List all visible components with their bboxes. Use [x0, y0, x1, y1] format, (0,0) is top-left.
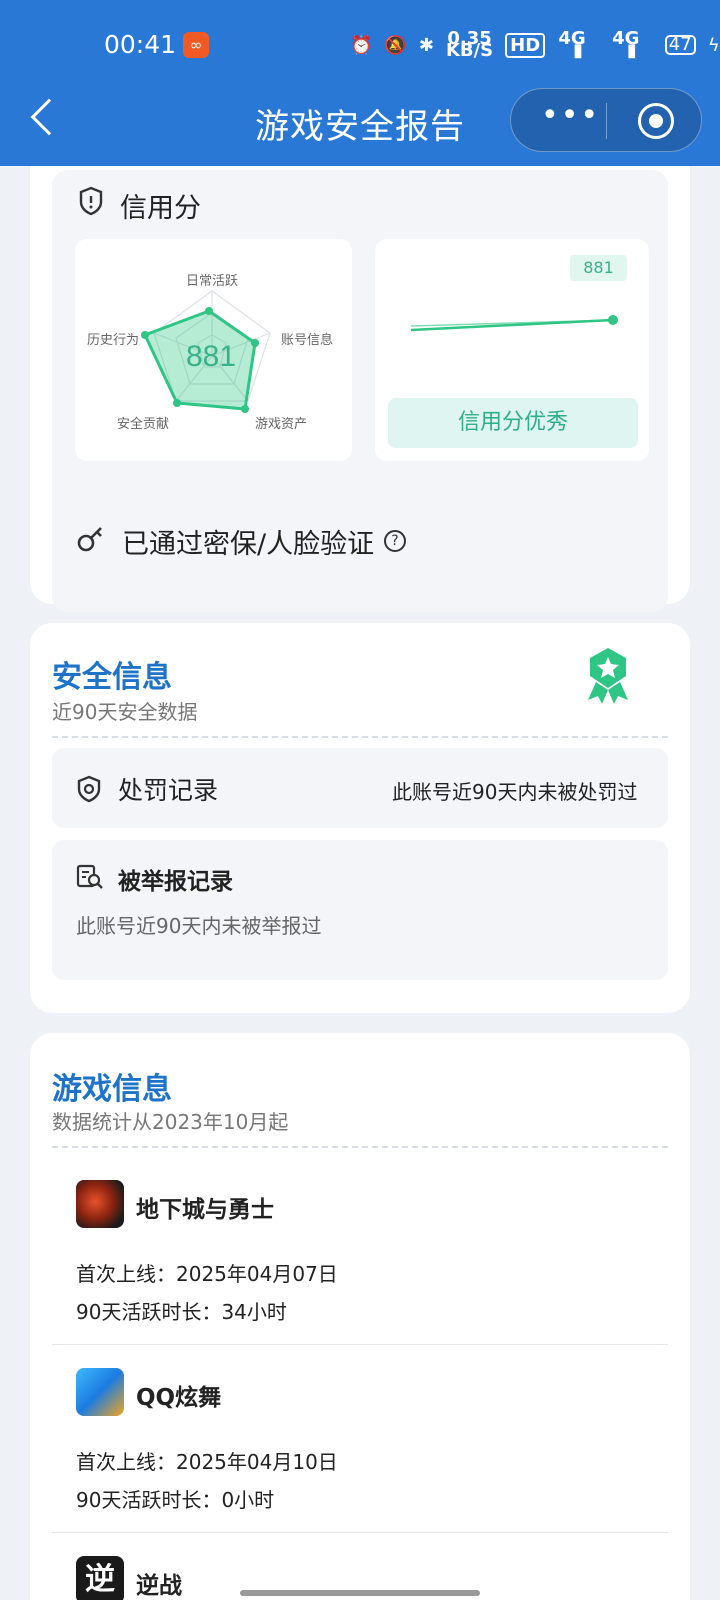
- radar-axis-label: 账号信息: [281, 332, 333, 348]
- signal-2: 4G▮: [612, 28, 640, 61]
- game-separator: [52, 1344, 668, 1345]
- mute-icon: 🔕: [384, 34, 407, 56]
- safety-title: 安全信息: [52, 660, 172, 695]
- radar-point: [173, 399, 181, 407]
- close-target-icon[interactable]: [638, 103, 674, 139]
- mini-program-capsule: •••: [510, 88, 702, 152]
- radar-point: [241, 405, 249, 413]
- home-indicator[interactable]: [240, 1590, 480, 1596]
- more-menu-icon[interactable]: •••: [541, 101, 600, 131]
- game-first-online: 首次上线：2025年04月10日: [76, 1450, 338, 1474]
- radar-axis-label: 历史行为: [87, 333, 139, 348]
- network-speed-unit: KB/S: [445, 40, 494, 61]
- games-subtitle: 数据统计从2023年10月起: [52, 1110, 289, 1134]
- game-separator: [52, 1532, 668, 1533]
- safety-subtitle: 近90天安全数据: [52, 700, 198, 724]
- top-bar: 00:41 ∞ ⏰ 🔕 ✱ 0.35 KB/S HD 4G▮ 4G▮ 47 ϟ …: [0, 0, 720, 166]
- game-name: 地下城与勇士: [136, 1197, 274, 1223]
- game-name: 逆战: [136, 1573, 182, 1599]
- qq-dance-game-icon: [76, 1368, 124, 1416]
- help-icon[interactable]: ?: [384, 530, 406, 552]
- capsule-divider: [606, 103, 607, 139]
- shield-icon: [79, 186, 103, 216]
- status-time: 00:41: [104, 30, 177, 59]
- status-bar: 00:41 ∞ ⏰ 🔕 ✱ 0.35 KB/S HD 4G▮ 4G▮ 47 ϟ: [0, 22, 720, 66]
- games-title: 游戏信息: [52, 1072, 172, 1107]
- radar-axis-label: 安全贡献: [117, 416, 169, 432]
- games-divider: [52, 1146, 668, 1148]
- network-speed: 0.35 KB/S: [445, 30, 494, 61]
- punishment-record-value: 此账号近90天内未被处罚过: [392, 780, 638, 804]
- report-record-label: 被举报记录: [118, 869, 233, 895]
- app-badge-icon: ∞: [183, 32, 209, 58]
- punishment-record-label: 处罚记录: [118, 776, 219, 805]
- key-icon: [77, 527, 102, 552]
- alarm-icon: ⏰: [350, 34, 373, 56]
- radar-chart: 881 日常活跃 账号信息 游戏资产 安全贡献 历史行为: [87, 274, 333, 432]
- safety-medal-icon: [588, 648, 628, 704]
- game-name: QQ炫舞: [136, 1385, 222, 1411]
- report-search-icon: [76, 864, 103, 889]
- shield-check-icon: [77, 775, 101, 803]
- nav-bar: 游戏安全报告 •••: [0, 86, 720, 152]
- radar-point: [251, 339, 259, 347]
- radar-score: 881: [186, 340, 236, 373]
- credit-rating-label: 信用分优秀: [388, 398, 638, 448]
- radar-axis-label: 日常活跃: [186, 274, 238, 289]
- battery-icon: 47: [664, 35, 696, 55]
- trend-end-point: [608, 315, 618, 325]
- nizhan-game-icon: 逆: [76, 1556, 124, 1600]
- verification-label: 已通过密保/人脸验证: [122, 529, 375, 560]
- hd-badge: HD: [505, 32, 546, 58]
- charging-icon: ϟ: [707, 34, 720, 56]
- bluetooth-icon: ✱: [418, 34, 434, 56]
- signal-1-label: 4G: [558, 28, 586, 49]
- game-first-online: 首次上线：2025年04月07日: [76, 1262, 338, 1286]
- dnf-game-icon: [76, 1180, 124, 1228]
- credit-section-title: 信用分: [120, 193, 201, 224]
- trend-chart: [410, 315, 618, 332]
- game-active-time: 90天活跃时长：0小时: [76, 1488, 275, 1512]
- signal-1: 4G▮: [558, 28, 586, 61]
- radar-axis-label: 游戏资产: [255, 417, 307, 432]
- signal-2-label: 4G: [612, 28, 640, 49]
- game-active-time: 90天活跃时长：34小时: [76, 1300, 287, 1324]
- radar-point: [141, 331, 149, 339]
- report-record-value: 此账号近90天内未被举报过: [76, 914, 322, 938]
- status-icons: ⏰ 🔕 ✱ 0.35 KB/S HD 4G▮ 4G▮ 47 ϟ: [350, 30, 720, 60]
- radar-point: [205, 307, 213, 315]
- safety-divider: [52, 736, 668, 738]
